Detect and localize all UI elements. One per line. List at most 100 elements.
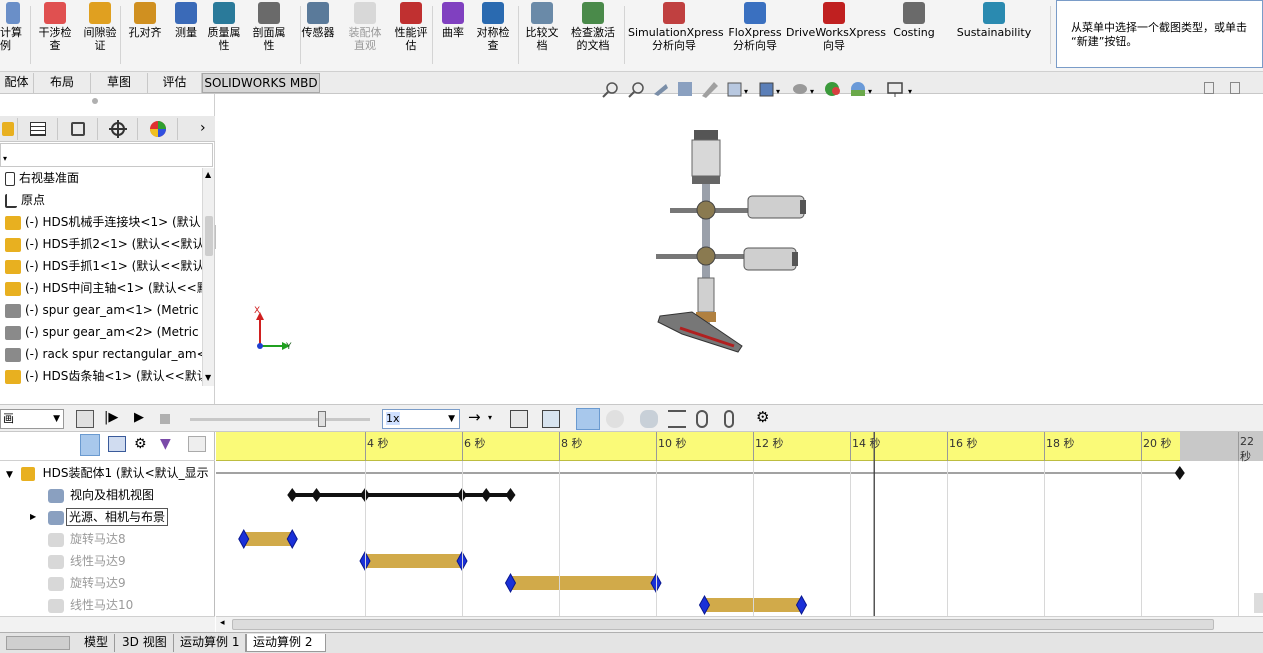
dimxpert-manager-tab[interactable]	[98, 118, 138, 140]
display-style-icon[interactable]: ▾	[759, 82, 780, 97]
previous-view-icon[interactable]	[654, 84, 668, 96]
motor-icon[interactable]	[640, 410, 658, 428]
hide-show-items-icon[interactable]: ▾	[793, 84, 814, 96]
view-key-point[interactable]	[481, 488, 492, 502]
filter-selected-icon[interactable]: ⚙	[134, 436, 147, 452]
restore-view-icon[interactable]	[1204, 82, 1214, 94]
tab-3d-view[interactable]: 3D 视图	[116, 634, 174, 652]
motion-tree-item[interactable]: 线性马达10	[0, 594, 215, 616]
timeline-scroll-thumb[interactable]	[232, 619, 1214, 630]
tree-item[interactable]: (-) HDS手抓1<1> (默认<<默认	[0, 256, 202, 276]
assembly-model[interactable]	[652, 128, 812, 364]
ribbon-button-floxpress[interactable]: FloXpress 分析向导	[726, 2, 784, 68]
save-animation-icon[interactable]	[510, 410, 528, 428]
motion-tree-item[interactable]: 视向及相机视图	[0, 484, 215, 506]
motion-timeline[interactable]: 4 秒6 秒8 秒 10 秒 12 秒 14 秒 16 秒 18 秒 20 秒 22 秒	[216, 432, 1263, 616]
filter-dropdown-icon[interactable]: ▾	[3, 154, 7, 163]
motor-duration-bar[interactable]	[243, 532, 293, 546]
tree-item[interactable]: 右视基准面	[0, 168, 202, 188]
tree-item[interactable]: 原点	[0, 190, 202, 210]
partial-calculator-button[interactable]: 计算 例	[0, 2, 26, 68]
ribbon-button-symmetry-check[interactable]: 对称检 查	[472, 2, 514, 68]
motion-tree-root[interactable]: ▼ HDS装配体1 (默认<默认_显示	[0, 462, 215, 484]
apply-scene-icon[interactable]: ▾	[851, 82, 872, 96]
ribbon-button-sensor[interactable]: 传感器	[296, 2, 340, 68]
autokey-icon[interactable]	[576, 408, 600, 430]
playback-mode-icon[interactable]: →	[468, 408, 486, 426]
tab-layout[interactable]: 布局	[34, 73, 91, 93]
view-key-point[interactable]	[505, 488, 516, 502]
tree-item[interactable]: (-) HDS中间主轴<1> (默认<<默	[0, 278, 202, 298]
tree-item[interactable]: (-) rack spur rectangular_am<	[0, 344, 202, 364]
ribbon-button-hole-align[interactable]: 孔对齐	[124, 2, 166, 68]
ribbon-button-sustainability[interactable]: Sustainability	[956, 2, 1032, 68]
ribbon-button-costing[interactable]: Costing	[888, 2, 940, 68]
gear-icon[interactable]: ⚙	[756, 408, 774, 426]
tab-evaluate[interactable]: 评估	[148, 73, 202, 93]
view-key-point[interactable]	[287, 488, 298, 502]
contact-icon[interactable]	[724, 410, 734, 428]
view-key-point[interactable]	[311, 488, 322, 502]
ribbon-button-section-properties[interactable]: 剖面属 性	[248, 2, 290, 68]
motion-tree-item[interactable]: 旋转马达8	[0, 528, 215, 550]
tab-sketch[interactable]: 草图	[91, 73, 148, 93]
section-view-icon[interactable]	[678, 82, 692, 96]
expand-arrow-icon[interactable]: ▶	[30, 506, 36, 528]
play-icon[interactable]: ▶	[134, 410, 152, 428]
motor-duration-bar[interactable]	[510, 576, 657, 590]
timeline-scrollbar[interactable]: ◂	[216, 593, 1263, 632]
ribbon-button-performance-evaluation[interactable]: 性能评 估	[390, 2, 432, 68]
playback-slider-thumb[interactable]	[318, 411, 326, 427]
damper-icon[interactable]	[696, 410, 708, 428]
tree-hscroll[interactable]	[0, 616, 215, 632]
play-from-start-icon[interactable]: |▶	[104, 410, 122, 428]
tree-scrollbar[interactable]: ▲ ▼	[202, 168, 214, 386]
tree-item[interactable]: (-) HDS齿条轴<1> (默认<<默认	[0, 366, 202, 386]
tree-scroll-thumb[interactable]	[205, 216, 213, 256]
motion-tree-item[interactable]: 线性马达9	[0, 550, 215, 572]
end-key-point[interactable]	[1174, 466, 1185, 480]
dynamic-annotation-icon[interactable]	[702, 82, 718, 98]
tab-navigation-arrows[interactable]	[6, 636, 70, 650]
tab-assembly[interactable]: 配体	[0, 73, 34, 93]
scroll-left-icon[interactable]: ◂	[220, 618, 225, 628]
zoom-to-fit-icon[interactable]	[602, 82, 618, 98]
tree-item[interactable]: (-) HDS手抓2<1> (默认<<默认	[0, 234, 202, 254]
tree-item[interactable]: (-) spur gear_am<1> (Metric -	[0, 300, 202, 320]
ribbon-button-mass-properties[interactable]: 质量属 性	[204, 2, 244, 68]
tree-item[interactable]: (-) spur gear_am<2> (Metric -	[0, 322, 202, 342]
study-type-select[interactable]: 画 ▼	[0, 409, 64, 429]
calculate-icon[interactable]	[76, 410, 94, 428]
collapse-all-icon[interactable]	[188, 436, 206, 452]
tab-motion-study-1[interactable]: 运动算例 1	[174, 634, 247, 652]
ribbon-button-curvature[interactable]: 曲率	[438, 2, 468, 68]
ribbon-button-compare-documents[interactable]: 比较文 档	[522, 2, 562, 68]
feature-manager-tab[interactable]	[0, 118, 18, 140]
tab-motion-study-2[interactable]: 运动算例 2	[246, 634, 326, 652]
animation-wizard-icon[interactable]	[542, 410, 560, 428]
property-manager-tab[interactable]	[18, 118, 58, 140]
ribbon-button-clearance-verify[interactable]: 间隙验 证	[79, 2, 121, 68]
view-settings-icon[interactable]: ▾	[887, 82, 912, 97]
stop-icon[interactable]	[160, 414, 170, 424]
maximize-view-icon[interactable]	[1230, 82, 1240, 94]
timeline-canvas[interactable]	[216, 432, 1263, 616]
motor-duration-bar[interactable]	[365, 554, 462, 568]
configuration-manager-tab[interactable]	[58, 118, 98, 140]
filter-results-icon[interactable]: ▼	[160, 436, 171, 452]
zoom-to-area-icon[interactable]	[628, 82, 644, 98]
ribbon-button-interference-check[interactable]: 干涉检 查	[34, 2, 76, 68]
timeline-zoom-icon[interactable]	[1254, 593, 1263, 613]
playback-mode-dropdown-icon[interactable]: ▾	[488, 413, 506, 431]
scroll-up-icon[interactable]: ▲	[205, 170, 211, 179]
tab-solidworks-mbd[interactable]: SOLIDWORKS MBD	[202, 73, 320, 93]
filter-animated-icon[interactable]	[80, 434, 100, 456]
display-manager-tab[interactable]	[138, 118, 178, 140]
playback-speed-select[interactable]: 1x ▼	[382, 409, 460, 429]
ribbon-button-driveworksxpress[interactable]: DriveWorksXpress 向导	[786, 2, 886, 68]
ribbon-button-assembly-visualization[interactable]: 装配体 直观	[344, 2, 386, 68]
scroll-down-icon[interactable]: ▼	[205, 373, 211, 382]
filter-field[interactable]: ▾	[0, 143, 213, 167]
chevron-right-icon[interactable]: ›	[200, 120, 206, 136]
tree-item[interactable]: (-) HDS机械手连接块<1> (默认	[0, 212, 202, 232]
